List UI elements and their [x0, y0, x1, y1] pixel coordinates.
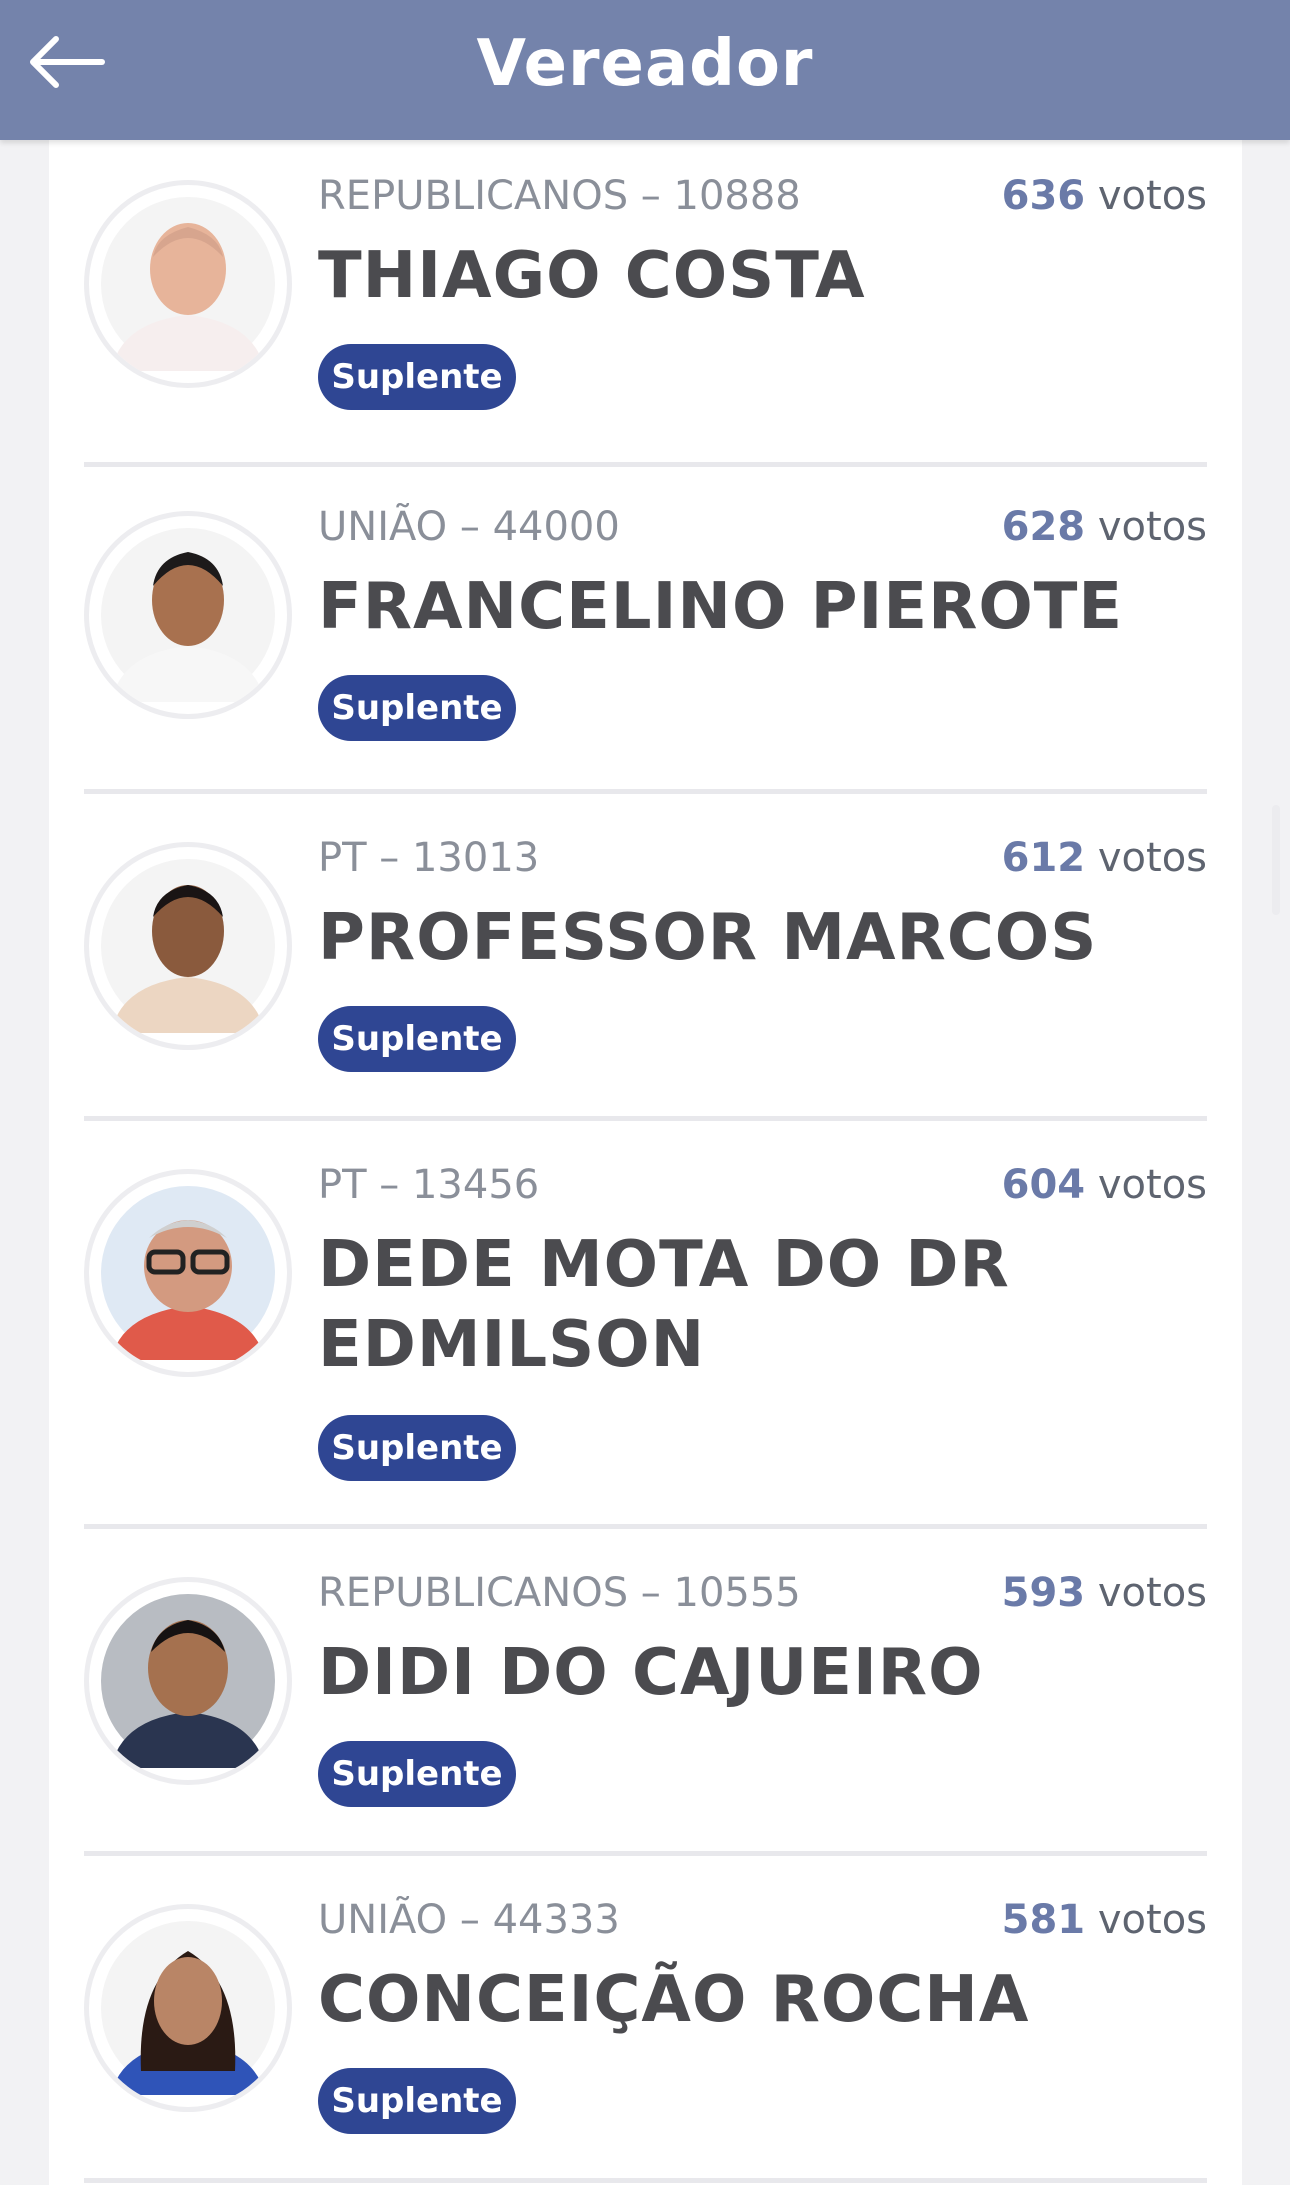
status-badge: Suplente: [318, 1415, 516, 1481]
votes-label: votos: [1097, 504, 1207, 550]
candidate-votes: 593 votos: [1002, 1567, 1207, 1619]
candidate-name: DIDI DO CAJUEIRO: [318, 1636, 984, 1710]
status-badge: Suplente: [318, 2068, 516, 2134]
status-badge: Suplente: [318, 1006, 516, 1072]
candidate-avatar: [84, 511, 292, 719]
votes-label: votos: [1097, 1162, 1207, 1208]
candidate-row[interactable]: PT – 13456 604 votos DEDE MOTA DO DR EDM…: [84, 1121, 1207, 1529]
votes-label: votos: [1097, 1570, 1207, 1616]
candidate-row[interactable]: REPUBLICANOS – 10888 636 votos THIAGO CO…: [84, 140, 1207, 467]
candidate-votes: 604 votos: [1002, 1159, 1207, 1211]
page-title: Vereador: [476, 27, 814, 101]
votes-count: 612: [1001, 835, 1086, 881]
candidate-row[interactable]: REPUBLICANOS – 10555 593 votos DIDI DO C…: [84, 1529, 1207, 1856]
candidate-votes: 636 votos: [1002, 170, 1207, 222]
candidate-votes: 628 votos: [1002, 501, 1207, 553]
candidate-party: UNIÃO – 44333: [318, 1897, 620, 1943]
candidate-party: REPUBLICANOS – 10555: [318, 1570, 801, 1616]
votes-count: 628: [1001, 504, 1086, 550]
candidate-list: REPUBLICANOS – 10888 636 votos THIAGO CO…: [49, 140, 1242, 2183]
status-badge: Suplente: [318, 1741, 516, 1807]
candidate-name: CONCEIÇÃO ROCHA: [318, 1963, 1030, 2037]
candidate-votes: 581 votos: [1002, 1894, 1207, 1946]
candidate-avatar: [84, 180, 292, 388]
candidate-avatar: [84, 1577, 292, 1785]
votes-count: 636: [1001, 173, 1086, 219]
candidate-list-card: REPUBLICANOS – 10888 636 votos THIAGO CO…: [49, 140, 1242, 2185]
candidate-party: REPUBLICANOS – 10888: [318, 173, 801, 219]
votes-label: votos: [1097, 1897, 1207, 1943]
candidate-name: PROFESSOR MARCOS: [318, 901, 1098, 975]
candidate-name: THIAGO COSTA: [318, 239, 866, 313]
candidate-name: FRANCELINO PIEROTE: [318, 570, 1124, 644]
candidate-party: PT – 13456: [318, 1162, 540, 1208]
status-badge: Suplente: [318, 344, 516, 410]
votes-count: 604: [1001, 1162, 1086, 1208]
app-header: Vereador: [0, 0, 1290, 140]
votes-label: votos: [1097, 173, 1207, 219]
scrollbar[interactable]: [1272, 805, 1280, 915]
votes-count: 593: [1001, 1570, 1086, 1616]
votes-label: votos: [1097, 835, 1207, 881]
candidate-row[interactable]: UNIÃO – 44000 628 votos FRANCELINO PIERO…: [84, 467, 1207, 794]
candidate-avatar: [84, 1904, 292, 2112]
status-badge: Suplente: [318, 675, 516, 741]
candidate-avatar: [84, 1169, 292, 1377]
candidate-avatar: [84, 842, 292, 1050]
candidate-row[interactable]: PT – 13013 612 votos PROFESSOR MARCOS Su…: [84, 794, 1207, 1121]
candidate-name: DEDE MOTA DO DR EDMILSON: [318, 1228, 1010, 1382]
candidate-row[interactable]: UNIÃO – 44333 581 votos CONCEIÇÃO ROCHA …: [84, 1856, 1207, 2183]
candidate-party: PT – 13013: [318, 835, 540, 881]
candidate-party: UNIÃO – 44000: [318, 504, 620, 550]
votes-count: 581: [1001, 1897, 1086, 1943]
candidate-votes: 612 votos: [1002, 832, 1207, 884]
